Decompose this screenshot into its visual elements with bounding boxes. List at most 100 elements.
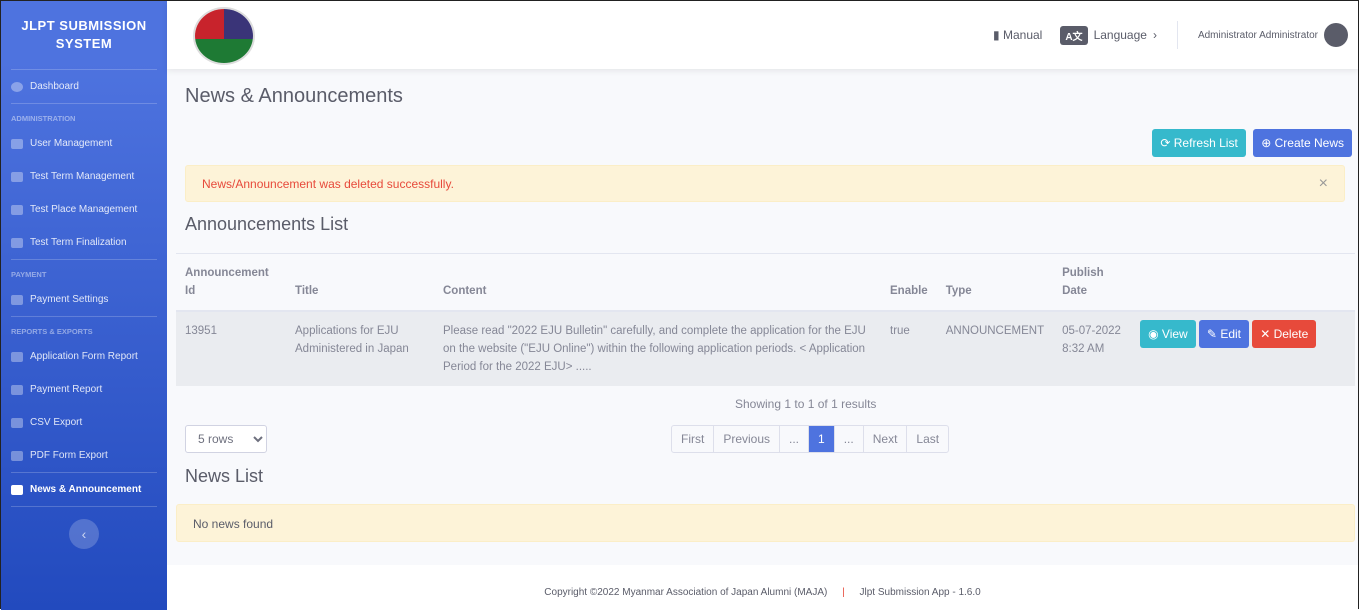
page-ellipsis[interactable]: ...	[780, 426, 810, 452]
sidebar-item-payment-report[interactable]: Payment Report	[1, 373, 167, 406]
page-previous[interactable]: Previous	[714, 426, 781, 452]
manual-label: Manual	[1002, 28, 1043, 42]
label: Test Place Management	[30, 204, 138, 215]
refresh-icon: ⟳	[1160, 136, 1174, 150]
manual-link[interactable]: ▮ Manual	[993, 28, 1042, 42]
alert-message: News/Announcement was deleted successful…	[202, 177, 454, 191]
cell-type: ANNOUNCEMENT	[936, 311, 1054, 386]
newspaper-icon	[11, 484, 23, 495]
sidebar-item-csv-export[interactable]: CSV Export	[1, 406, 167, 439]
heading-administration: ADMINISTRATION	[11, 114, 76, 123]
header-title: Title	[286, 253, 434, 312]
page-ellipsis[interactable]: ...	[835, 426, 864, 452]
label: Create News	[1274, 136, 1344, 150]
cell-id: 13951	[176, 311, 286, 386]
card-icon	[11, 237, 23, 248]
label: Test Term Finalization	[30, 237, 127, 248]
cell-content: Please read "2022 EJU Bulletin" carefull…	[434, 311, 881, 386]
table-row: 13951 Applications for EJU Administered …	[176, 311, 1355, 386]
news-title: News List	[185, 466, 264, 486]
file-icon	[11, 351, 23, 362]
announcements-title: Announcements List	[185, 214, 349, 234]
sidebar-item-dashboard[interactable]: Dashboard	[1, 70, 167, 103]
chevron-right-icon: ›	[1152, 28, 1157, 42]
success-alert: News/Announcement was deleted successful…	[185, 165, 1345, 202]
sidebar-item-payment-settings[interactable]: Payment Settings	[1, 283, 167, 316]
sidebar-item-pdf-export[interactable]: PDF Form Export	[1, 439, 167, 472]
user-name[interactable]: Administrator Administrator	[1198, 30, 1318, 41]
edit-button[interactable]: ✎ Edit	[1198, 320, 1249, 348]
label: View	[1161, 327, 1188, 341]
paper-plane-icon	[11, 171, 23, 182]
close-icon[interactable]: ×	[1319, 175, 1328, 193]
delete-button[interactable]: ✕ Delete	[1252, 320, 1317, 348]
label: Test Term Management	[30, 171, 135, 182]
page-1[interactable]: 1	[809, 426, 835, 452]
header-type: Type	[936, 253, 1054, 312]
header-enable: Enable	[881, 253, 937, 312]
cell-enable: true	[881, 311, 937, 386]
footer: Copyright ©2022 Myanmar Association of J…	[167, 565, 1358, 610]
header-content: Content	[434, 253, 881, 312]
app-version: Jlpt Submission App - 1.6.0	[859, 587, 981, 598]
page-first[interactable]: First	[672, 426, 715, 452]
label: Application Form Report	[30, 351, 138, 362]
cell-date: 05-07-2022 8:32 AM	[1053, 311, 1132, 386]
view-button[interactable]: ◉ View	[1140, 320, 1196, 348]
cell-title: Applications for EJU Administered in Jap…	[286, 311, 434, 386]
label: Dashboard	[30, 81, 79, 92]
language-dropdown[interactable]: A文 Language ›	[1060, 25, 1157, 45]
label: User Management	[30, 138, 113, 149]
label: CSV Export	[30, 417, 83, 428]
file-invoice-icon	[11, 384, 23, 395]
label: Payment Report	[30, 384, 103, 395]
sidebar-item-application-form-report[interactable]: Application Form Report	[1, 340, 167, 373]
file-csv-icon	[11, 417, 23, 428]
topbar: ▮ Manual A文 Language › Administrator Admin…	[167, 1, 1358, 69]
building-icon	[11, 204, 23, 215]
eye-icon: ◉	[1148, 327, 1162, 341]
create-news-button[interactable]: ⊕ Create News	[1253, 129, 1352, 157]
results-summary: Showing 1 to 1 of 1 results	[735, 397, 877, 411]
rows-per-page-select[interactable]: 5 rows	[185, 425, 267, 453]
pencil-icon: ✎	[1206, 327, 1221, 341]
user-cog-icon	[11, 138, 23, 149]
sidebar-toggle-button[interactable]: ‹	[69, 519, 99, 549]
announcements-table: Announcement Id Title Content Enable Typ…	[176, 253, 1355, 386]
header-date: Publish Date	[1053, 253, 1132, 312]
divider	[1176, 21, 1178, 49]
plus-circle-icon: ⊕	[1261, 136, 1275, 150]
sidebar-item-news[interactable]: News & Announcement	[1, 473, 167, 506]
book-icon: ▮	[993, 28, 1003, 42]
brand-title[interactable]: JLPT SUBMISSION SYSTEM	[1, 1, 167, 69]
label: Delete	[1273, 327, 1309, 341]
label: PDF Form Export	[30, 450, 108, 461]
user-avatar-icon[interactable]	[1324, 23, 1348, 47]
label: Refresh List	[1173, 136, 1238, 150]
label: Edit	[1220, 327, 1241, 341]
label: News & Announcement	[30, 484, 142, 495]
language-icon: A文	[1060, 25, 1088, 45]
copyright: Copyright ©2022 Myanmar Association of J…	[544, 587, 828, 598]
label: Payment Settings	[30, 294, 109, 305]
dashboard-icon	[11, 81, 23, 92]
maja-logo	[193, 7, 255, 65]
refresh-list-button[interactable]: ⟳ Refresh List	[1152, 129, 1246, 157]
header-id: Announcement Id	[176, 253, 286, 312]
heading-reports: REPORTS & EXPORTS	[11, 327, 93, 336]
x-icon: ✕	[1260, 327, 1274, 341]
sidebar-item-test-place-management[interactable]: Test Place Management	[1, 193, 167, 226]
sidebar-item-test-term-finalization[interactable]: Test Term Finalization	[1, 226, 167, 259]
page-last[interactable]: Last	[907, 426, 948, 452]
sidebar: JLPT SUBMISSION SYSTEM Dashboard ADMINIS…	[1, 1, 167, 610]
sidebar-item-user-management[interactable]: User Management	[1, 127, 167, 160]
sidebar-item-test-term-management[interactable]: Test Term Management	[1, 160, 167, 193]
pagination: First Previous ... 1 ... Next Last	[671, 425, 950, 453]
language-label: Language	[1093, 28, 1147, 42]
page-next[interactable]: Next	[864, 426, 908, 452]
no-news-message: No news found	[176, 504, 1355, 542]
credit-card-icon	[11, 294, 23, 305]
heading-payment: PAYMENT	[11, 270, 47, 279]
page-title: News & Announcements	[185, 85, 403, 107]
file-pdf-icon	[11, 450, 23, 461]
